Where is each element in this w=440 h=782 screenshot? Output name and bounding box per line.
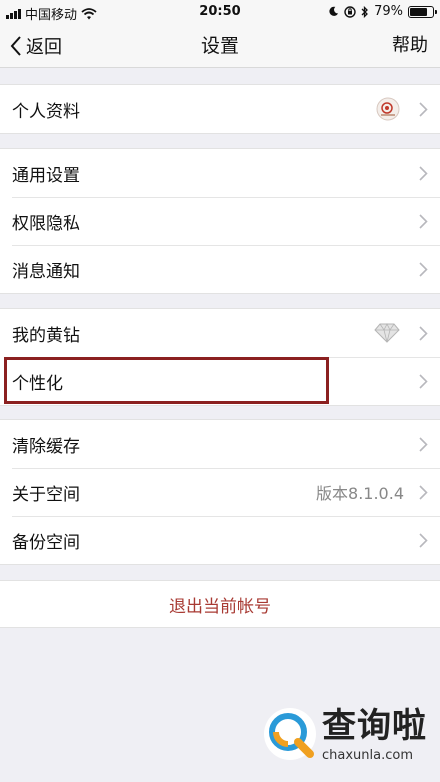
moon-icon bbox=[329, 6, 339, 16]
settings-group-personal: 我的黄钻 个性化 bbox=[0, 308, 440, 406]
chevron-right-icon bbox=[412, 420, 434, 468]
settings-group-profile: 个人资料 bbox=[0, 84, 440, 134]
row-personalization[interactable]: 个性化 bbox=[0, 357, 440, 405]
row-label: 我的黄钻 bbox=[12, 325, 80, 346]
row-label: 关于空间 bbox=[12, 484, 80, 505]
help-button[interactable]: 帮助 bbox=[392, 24, 428, 68]
chevron-right-icon bbox=[412, 357, 434, 405]
chevron-right-icon bbox=[412, 245, 434, 293]
row-label: 个性化 bbox=[12, 373, 63, 394]
search-logo-icon bbox=[264, 708, 316, 760]
nav-bar: 返回 设置 帮助 bbox=[0, 24, 440, 68]
battery-icon bbox=[408, 5, 437, 18]
row-notifications[interactable]: 消息通知 bbox=[0, 245, 440, 293]
status-right: 79% bbox=[328, 4, 437, 19]
row-label: 个人资料 bbox=[12, 101, 80, 122]
profile-avatar-icon bbox=[376, 97, 400, 121]
logout-button[interactable]: 退出当前帐号 bbox=[0, 580, 440, 628]
row-label: 备份空间 bbox=[12, 532, 80, 553]
chevron-right-icon bbox=[412, 85, 434, 133]
watermark: 查询啦 chaxunla.com bbox=[262, 692, 432, 776]
row-label: 消息通知 bbox=[12, 261, 80, 282]
chevron-right-icon bbox=[412, 197, 434, 245]
row-profile[interactable]: 个人资料 bbox=[0, 85, 440, 133]
row-about[interactable]: 关于空间 版本8.1.0.4 bbox=[0, 468, 440, 516]
row-general-settings[interactable]: 通用设置 bbox=[0, 149, 440, 197]
row-clear-cache[interactable]: 清除缓存 bbox=[0, 420, 440, 468]
watermark-en: chaxunla.com bbox=[322, 747, 413, 763]
row-privacy[interactable]: 权限隐私 bbox=[0, 197, 440, 245]
row-label: 通用设置 bbox=[12, 165, 80, 186]
bluetooth-icon bbox=[361, 5, 369, 18]
diamond-icon bbox=[374, 323, 400, 343]
chevron-right-icon bbox=[412, 516, 434, 564]
chevron-right-icon bbox=[412, 468, 434, 516]
orientation-lock-icon bbox=[344, 5, 356, 18]
watermark-cn: 查询啦 bbox=[322, 705, 427, 746]
page-title: 设置 bbox=[200, 35, 239, 57]
version-text: 版本8.1.0.4 bbox=[316, 484, 404, 503]
status-bar: 中国移动 20:50 79% bbox=[0, 0, 440, 24]
chevron-right-icon bbox=[412, 149, 434, 197]
battery-percent: 79% bbox=[374, 4, 403, 19]
settings-group-general: 通用设置 权限隐私 消息通知 bbox=[0, 148, 440, 294]
row-label: 清除缓存 bbox=[12, 436, 80, 457]
row-label: 权限隐私 bbox=[12, 213, 80, 234]
chevron-right-icon bbox=[412, 309, 434, 357]
row-yellow-diamond[interactable]: 我的黄钻 bbox=[0, 309, 440, 357]
row-backup[interactable]: 备份空间 bbox=[0, 516, 440, 564]
settings-group-storage: 清除缓存 关于空间 版本8.1.0.4 备份空间 bbox=[0, 419, 440, 565]
